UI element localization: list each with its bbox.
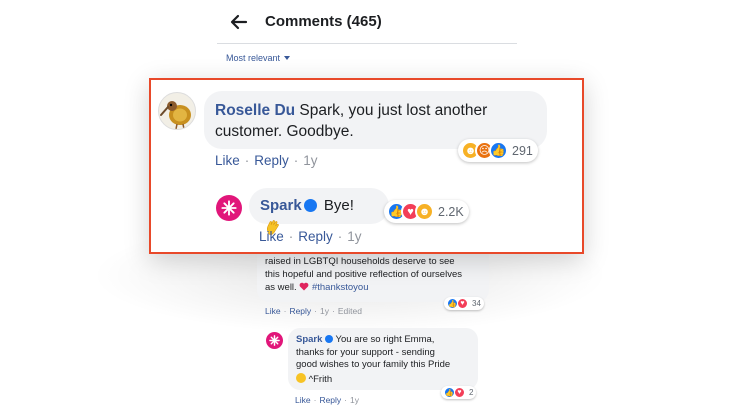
- comment-text-line: as well. #thankstoyou: [265, 281, 481, 295]
- reaction-summary[interactable]: 👍 ♥ 34: [444, 297, 484, 310]
- reaction-summary[interactable]: ☻ ☹ 👍 291: [458, 139, 538, 162]
- haha-reaction-icon: ☻: [415, 202, 434, 221]
- comment-text-line: good wishes to your family this Pride: [296, 359, 451, 370]
- sort-dropdown[interactable]: Most relevant: [226, 53, 291, 63]
- comment-bubble-spark: Spark You are so right Emma, thanks for …: [288, 328, 478, 390]
- separator-dot: ·: [332, 306, 335, 316]
- heart-emoji-icon: [299, 282, 309, 291]
- reply-link[interactable]: Reply: [319, 395, 341, 405]
- caret-down-icon: [284, 56, 291, 60]
- like-reaction-icon: 👍: [489, 141, 508, 160]
- reaction-count: 2.2K: [438, 204, 464, 219]
- hashtag-link[interactable]: #thankstoyou: [312, 282, 369, 293]
- verified-badge-icon: [325, 335, 334, 343]
- reaction-summary[interactable]: 👍 ♥ ☻ 2.2K: [384, 200, 469, 223]
- edited-label: Edited: [337, 306, 362, 316]
- sort-label: Most relevant: [226, 53, 281, 63]
- verified-badge-icon: [303, 199, 317, 212]
- comment-age: 1y: [350, 395, 359, 405]
- author-name[interactable]: Roselle Du: [215, 102, 295, 119]
- comment-actions: Like · Reply · 1y: [295, 395, 359, 405]
- separator-dot: ·: [288, 229, 294, 244]
- reaction-count: 34: [472, 299, 481, 308]
- love-reaction-icon: ♥: [457, 298, 468, 309]
- separator-dot: ·: [314, 306, 318, 316]
- spark-avatar[interactable]: [216, 195, 242, 221]
- reply-text: Bye!: [323, 197, 354, 214]
- spark-avatar[interactable]: [266, 332, 283, 349]
- separator-dot: ·: [293, 153, 299, 168]
- reaction-count: 291: [512, 143, 533, 158]
- reply-actions: Like · Reply · 1y: [259, 229, 362, 244]
- author-name[interactable]: Spark: [260, 197, 302, 214]
- comment-text-line: Spark You are so right Emma,: [296, 334, 470, 347]
- comment-age: 1y: [303, 153, 318, 168]
- separator-dot: ·: [283, 306, 287, 316]
- comment-actions: Like · Reply · 1y: [215, 153, 318, 168]
- comment-text-line: this hopeful and positive reflection of …: [265, 268, 462, 280]
- page-title: Comments (465): [265, 13, 382, 30]
- author-name[interactable]: Spark: [296, 334, 322, 345]
- separator-dot: ·: [244, 153, 250, 168]
- reaction-count: 2: [469, 388, 474, 397]
- like-link[interactable]: Like: [215, 153, 240, 168]
- like-link[interactable]: Like: [259, 229, 284, 244]
- comment-text-line: thanks for your support - sending: [296, 346, 435, 358]
- love-reaction-icon: ♥: [454, 387, 465, 398]
- like-link[interactable]: Like: [265, 306, 281, 316]
- separator-dot: ·: [337, 229, 343, 244]
- separator-dot: ·: [313, 395, 317, 405]
- comment-age: 1y: [347, 229, 362, 244]
- spark-logo-icon: [221, 200, 237, 216]
- comment-text-fragment: ^Frith: [308, 373, 333, 385]
- reaction-summary[interactable]: 👍 ♥ 2: [441, 386, 477, 399]
- reply-link[interactable]: Reply: [298, 229, 333, 244]
- separator-dot: ·: [344, 395, 348, 405]
- back-arrow-icon[interactable]: [229, 12, 249, 32]
- comment-actions: Like · Reply · 1y · Edited: [265, 306, 362, 316]
- smile-emoji-icon: [296, 372, 306, 383]
- spark-logo-icon: [269, 335, 280, 346]
- roselle-avatar[interactable]: [158, 92, 196, 130]
- like-link[interactable]: Like: [295, 395, 311, 405]
- comment-text-line: raised in LGBTQI households deserve to s…: [265, 256, 455, 267]
- reply-link[interactable]: Reply: [289, 306, 311, 316]
- comment-text-fragment: You are so right Emma,: [335, 334, 435, 345]
- reply-link[interactable]: Reply: [254, 153, 289, 168]
- reply-bubble-spark: Spark Bye!: [249, 188, 389, 235]
- comment-text-line: ^Frith: [296, 372, 470, 387]
- comment-age: 1y: [320, 306, 329, 316]
- comments-header: Comments (465): [217, 0, 517, 44]
- comment-text-fragment: as well.: [265, 282, 297, 293]
